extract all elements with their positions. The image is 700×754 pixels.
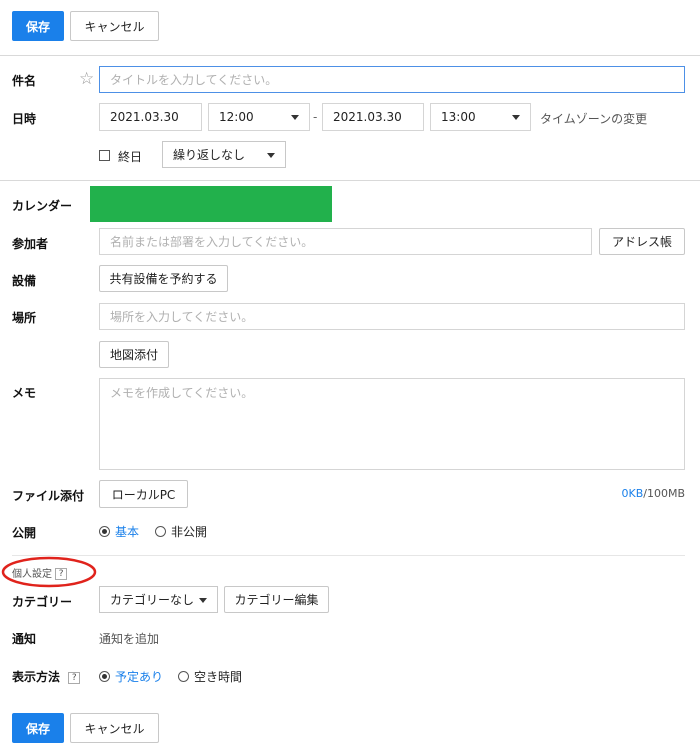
display-method-heading: 表示方法 ? (12, 668, 81, 685)
category-label: カテゴリー (12, 595, 73, 609)
category-value: カテゴリーなし (110, 593, 195, 607)
notification-label: 通知 (12, 632, 37, 646)
radio-unselected-icon (178, 671, 189, 682)
reserve-equipment-button[interactable]: 共有設備を予約する (99, 265, 228, 292)
timezone-link[interactable]: タイムゾーンの変更 (540, 110, 647, 127)
location-placeholder: 場所を入力してください。 (110, 310, 254, 324)
divider (0, 55, 700, 56)
local-pc-button[interactable]: ローカルPC (99, 480, 188, 508)
address-book-button[interactable]: アドレス帳 (599, 228, 685, 255)
end-date-value: 2021.03.30 (333, 110, 402, 124)
attachment-used: 0KB (621, 487, 644, 500)
all-day-label: 終日 (118, 150, 143, 164)
visibility-private-label: 非公開 (171, 525, 208, 539)
memo-placeholder: メモを作成してください。 (110, 386, 254, 400)
start-time-value: 12:00 (219, 110, 254, 124)
chevron-down-icon (267, 153, 275, 158)
chevron-down-icon (512, 115, 520, 120)
display-free-label: 空き時間 (194, 670, 243, 684)
location-label: 場所 (12, 311, 37, 325)
category-select[interactable]: カテゴリーなし (99, 586, 218, 613)
repeat-value: 繰り返しなし (173, 148, 246, 162)
chevron-down-icon (291, 115, 299, 120)
calendar-label: カレンダー (12, 199, 73, 213)
star-icon[interactable]: ☆ (79, 69, 94, 89)
all-day-checkbox[interactable] (99, 150, 110, 161)
add-notification-link[interactable]: 通知を追加 (99, 630, 159, 647)
display-busy-label: 予定あり (115, 670, 164, 684)
help-icon[interactable]: ? (68, 671, 81, 684)
cancel-button-top[interactable]: キャンセル (70, 11, 159, 41)
chevron-down-icon (199, 598, 207, 603)
visibility-label: 公開 (12, 526, 37, 540)
memo-label: メモ (12, 386, 37, 400)
display-busy-radio[interactable]: 予定あり (99, 668, 163, 685)
attendees-label: 参加者 (12, 237, 49, 251)
radio-selected-icon (99, 671, 110, 682)
cancel-button-bottom[interactable]: キャンセル (70, 713, 159, 743)
attachment-limit: /100MB (643, 487, 685, 500)
radio-selected-icon (99, 526, 110, 537)
end-date-field[interactable]: 2021.03.30 (322, 103, 424, 131)
attachment-label: ファイル添付 (12, 489, 85, 503)
divider (0, 180, 700, 181)
start-date-value: 2021.03.30 (110, 110, 179, 124)
subject-input[interactable]: タイトルを入力してください。 (99, 66, 685, 93)
visibility-basic-radio[interactable]: 基本 (99, 523, 139, 540)
calendar-color-block[interactable] (90, 186, 332, 222)
attendees-placeholder: 名前または部署を入力してください。 (110, 235, 314, 249)
attachment-usage: 0KB/100MB (621, 487, 685, 500)
visibility-private-radio[interactable]: 非公開 (155, 523, 207, 540)
equipment-label: 設備 (12, 274, 37, 288)
divider (12, 555, 685, 556)
visibility-basic-label: 基本 (115, 525, 140, 539)
annotation-circle (1, 556, 97, 588)
time-separator: - (313, 110, 318, 124)
radio-unselected-icon (155, 526, 166, 537)
edit-category-button[interactable]: カテゴリー編集 (224, 586, 329, 613)
attendees-input[interactable]: 名前または部署を入力してください。 (99, 228, 592, 255)
subject-placeholder: タイトルを入力してください。 (110, 73, 278, 87)
location-input[interactable]: 場所を入力してください。 (99, 303, 685, 330)
end-time-value: 13:00 (441, 110, 476, 124)
repeat-select[interactable]: 繰り返しなし (162, 141, 286, 168)
start-time-select[interactable]: 12:00 (208, 103, 310, 131)
memo-textarea[interactable]: メモを作成してください。 (99, 378, 685, 470)
subject-label: 件名 (12, 74, 37, 88)
end-time-select[interactable]: 13:00 (430, 103, 531, 131)
display-free-radio[interactable]: 空き時間 (178, 668, 242, 685)
start-date-field[interactable]: 2021.03.30 (99, 103, 202, 131)
datetime-label: 日時 (12, 112, 37, 126)
save-button-bottom[interactable]: 保存 (12, 713, 64, 743)
save-button-top[interactable]: 保存 (12, 11, 64, 41)
attach-map-button[interactable]: 地図添付 (99, 341, 169, 368)
display-method-label: 表示方法 (12, 670, 61, 684)
